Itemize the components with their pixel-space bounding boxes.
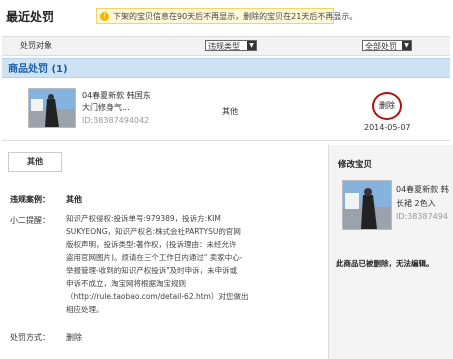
penalty-filter-select[interactable]: 全部处罚 ▼ — [362, 40, 412, 51]
chevron-down-icon: ▼ — [402, 41, 411, 50]
item-id: ID:38387494042 — [82, 116, 150, 125]
page-title: 最近处罚 — [6, 10, 55, 24]
case-value: 其他 — [66, 195, 82, 204]
target-column-label: 处罚对象 — [20, 41, 52, 50]
item-category: 其他 — [222, 107, 238, 116]
row-divider — [2, 140, 450, 141]
notice-banner: ! 下架的宝贝信息在90天后不再显示，删除的宝贝在21天后不再显示。 — [96, 8, 357, 24]
modify-title: 修改宝贝 — [338, 160, 373, 170]
notice-text: 下架的宝贝信息在90天后不再显示，删除的宝贝在21天后不再显示。 — [113, 12, 358, 21]
detail-tab[interactable]: 其他 — [8, 152, 62, 172]
method-label: 处罚方式： — [10, 333, 50, 342]
chevron-down-icon: ▼ — [247, 41, 256, 50]
tip-line[interactable]: （http://rule.taobao.com/detail-62.htm）对您… — [66, 290, 320, 303]
modify-item-line1: 04春夏新款 韩 — [396, 185, 449, 194]
case-label: 违规案例： — [10, 195, 50, 204]
violation-type-value: 违规类型 — [208, 42, 240, 51]
modify-panel — [328, 145, 453, 359]
tip-label: 小二提醒： — [10, 216, 50, 225]
modify-item-id: ID:38387494 — [396, 212, 448, 221]
tip-line: 版权声明，投诉类型:著作权，(投诉理由：未经允许 — [66, 240, 237, 249]
penalty-filter-value: 全部处罚 — [365, 42, 397, 51]
section-title: 商品处罚 (1) — [8, 64, 68, 75]
item-title-line2[interactable]: 大门修身气... — [82, 102, 130, 113]
violation-type-select[interactable]: 违规类型 ▼ — [205, 40, 257, 51]
info-icon: ! — [100, 12, 109, 21]
tip-line: 盗用官网图片)。烦请在三个工作日内通过" 卖家中心- — [66, 253, 243, 262]
tip-line: 知识产权侵权:投诉单号:979389，投诉方:KIM — [66, 214, 221, 223]
tip-text: 知识产权侵权:投诉单号:979389，投诉方:KIM SUKYEONG，知识产权… — [66, 212, 320, 316]
modify-status: 此商品已被删除，无法编辑。 — [336, 259, 434, 268]
section-header — [2, 58, 450, 78]
item-photo — [343, 181, 391, 229]
tip-line: 相应处理。 — [66, 305, 104, 314]
modify-item-line2: 长裙 2色入 — [396, 199, 436, 208]
item-title-line1[interactable]: 04春夏新款 韩国东 — [82, 90, 151, 101]
method-value: 删除 — [66, 333, 82, 342]
tip-line: 举报管理-收到的知识产权投诉"及时申诉，未申诉或 — [66, 266, 238, 275]
item-date: 2014-05-07 — [364, 123, 411, 132]
item-thumbnail[interactable] — [28, 88, 76, 128]
item-photo — [29, 89, 75, 127]
tip-line: SUKYEONG，知识产权名:株式会社PARTYSU的官网 — [66, 227, 241, 236]
delete-action-badge[interactable]: 删除 — [372, 92, 402, 120]
modify-thumbnail — [342, 180, 392, 230]
tip-line: 申诉不成立，淘宝网将根据淘宝规则 — [66, 279, 186, 288]
